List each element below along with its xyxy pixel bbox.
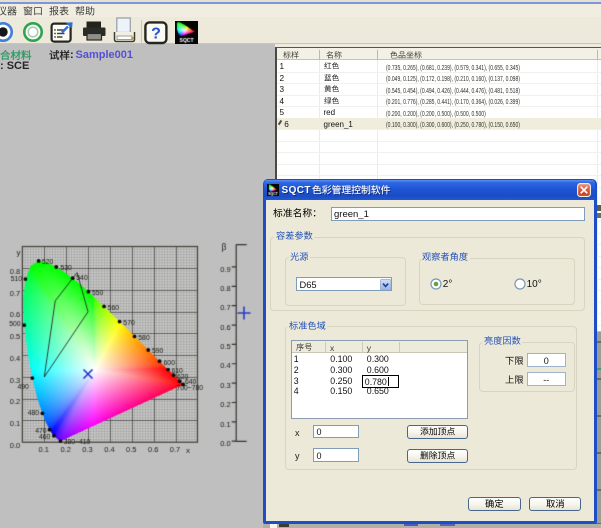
svg-text:?: ? [151, 25, 161, 42]
